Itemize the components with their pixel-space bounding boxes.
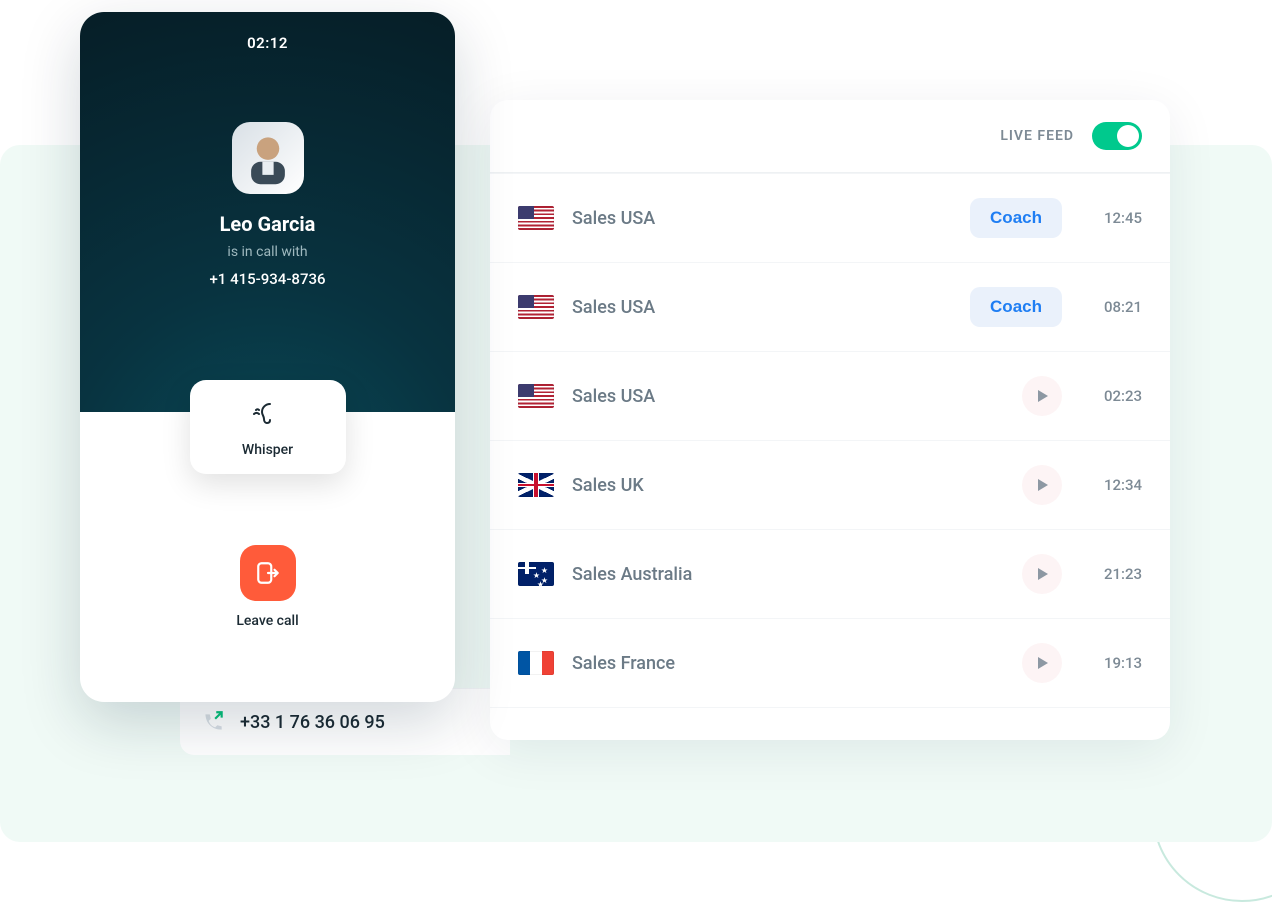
feed-row-label: Sales USA: [572, 297, 970, 318]
feed-row: Sales USA 02:23: [490, 352, 1170, 441]
play-button[interactable]: [1022, 376, 1062, 416]
live-feed-panel: LIVE FEED Sales USACoach12:45Sales USACo…: [490, 100, 1170, 740]
flag-icon: [518, 562, 554, 586]
feed-row-label: Sales France: [572, 653, 1022, 674]
feed-row: Sales USACoach 08:21: [490, 263, 1170, 352]
play-button[interactable]: [1022, 465, 1062, 505]
outbound-number: +33 1 76 36 06 95: [240, 712, 385, 733]
feed-row-time: 12:34: [1080, 476, 1142, 494]
flag-icon: [518, 206, 554, 230]
feed-row: Sales UK 12:34: [490, 441, 1170, 530]
feed-row: Sales France 19:13: [490, 619, 1170, 708]
feed-header: LIVE FEED: [490, 100, 1170, 173]
call-header: 02:12 Leo Garcia is in call with +1 415-…: [80, 12, 455, 412]
whisper-icon: [252, 400, 284, 432]
call-status-line: is in call with: [227, 244, 307, 260]
feed-row-label: Sales USA: [572, 208, 970, 229]
flag-icon: [518, 295, 554, 319]
flag-icon: [518, 473, 554, 497]
coach-button[interactable]: Coach: [970, 287, 1062, 327]
call-timer: 02:12: [247, 34, 288, 52]
feed-row-time: 12:45: [1080, 209, 1142, 227]
outbound-call-icon: [200, 709, 226, 735]
leave-call-label: Leave call: [236, 613, 298, 629]
whisper-button[interactable]: Whisper: [190, 380, 346, 474]
feed-row: Sales USACoach 12:45: [490, 174, 1170, 263]
feed-row-time: 02:23: [1080, 387, 1142, 405]
coach-button[interactable]: Coach: [970, 198, 1062, 238]
active-call-card: 02:12 Leo Garcia is in call with +1 415-…: [80, 12, 455, 702]
feed-row-label: Sales UK: [572, 475, 1022, 496]
leave-call-button[interactable]: [240, 545, 296, 601]
feed-row-time: 21:23: [1080, 565, 1142, 583]
live-feed-toggle[interactable]: [1092, 122, 1142, 150]
play-button[interactable]: [1022, 643, 1062, 683]
caller-avatar: [232, 122, 304, 194]
feed-row-time: 08:21: [1080, 298, 1142, 316]
feed-row-label: Sales Australia: [572, 564, 1022, 585]
caller-number: +1 415-934-8736: [209, 270, 325, 288]
feed-row: Sales Australia 21:23: [490, 530, 1170, 619]
feed-label: LIVE FEED: [1000, 128, 1074, 144]
feed-rows: Sales USACoach12:45Sales USACoach08:21Sa…: [490, 173, 1170, 740]
feed-row-label: Sales USA: [572, 386, 1022, 407]
flag-icon: [518, 651, 554, 675]
play-button[interactable]: [1022, 554, 1062, 594]
whisper-label: Whisper: [200, 442, 336, 458]
flag-icon: [518, 384, 554, 408]
feed-row-time: 19:13: [1080, 654, 1142, 672]
caller-name: Leo Garcia: [220, 212, 316, 236]
